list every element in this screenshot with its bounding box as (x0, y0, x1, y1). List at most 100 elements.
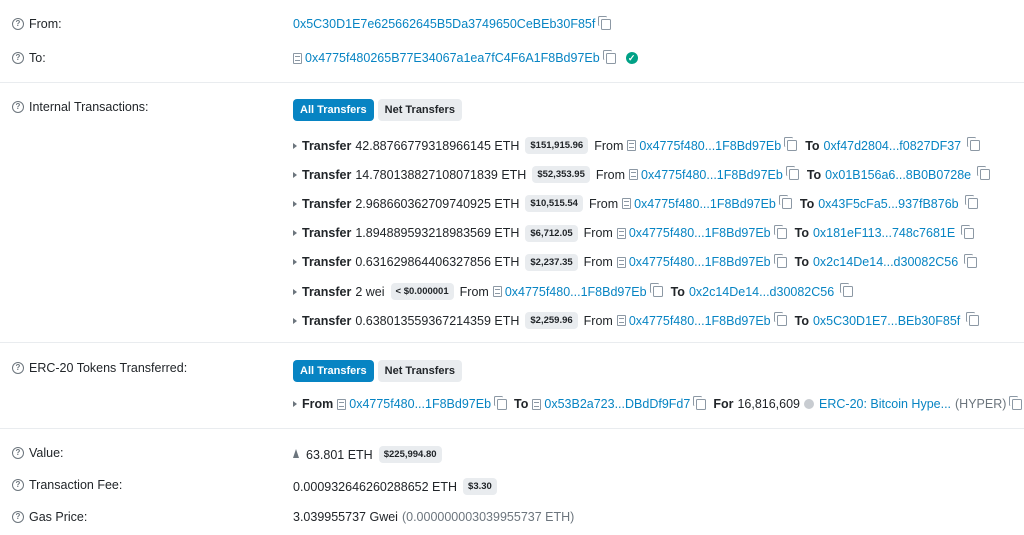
gas-label: Gas Price: (29, 510, 88, 524)
erc20-label: ERC-20 Tokens Transferred: (29, 361, 188, 375)
transfer-usd-badge: $2,259.96 (525, 312, 578, 330)
expand-caret-icon[interactable] (293, 259, 297, 266)
copy-icon[interactable] (773, 224, 787, 239)
expand-caret-icon[interactable] (293, 317, 297, 324)
question-circle-icon[interactable]: ? (12, 18, 24, 30)
transfer-from-link[interactable]: 0x4775f480...1F8Bd97Eb (629, 226, 771, 240)
transfer-amount: 0.638013559367214359 ETH (355, 313, 520, 328)
expand-caret-icon[interactable] (293, 200, 297, 207)
erc20-tabs: All Transfers Net Transfers (293, 360, 466, 382)
to-value: 0x4775f480265B77E34067a1ea7fC4F6A1F8Bd97… (293, 49, 638, 65)
gas-label-wrap: ? Gas Price: (12, 510, 87, 524)
transfer-from-link[interactable]: 0x4775f480...1F8Bd97Eb (629, 255, 771, 269)
copy-icon[interactable] (967, 137, 981, 151)
transfer-to-link[interactable]: 0x43F5cFa5...937fB876b (818, 197, 958, 211)
erc20-token-link[interactable]: ERC-20: Bitcoin Hype... (819, 397, 951, 411)
to-word: To (794, 226, 809, 241)
contract-doc-icon (532, 398, 542, 410)
contract-doc-icon (337, 398, 347, 410)
to-word: To (794, 255, 809, 270)
copy-icon[interactable] (598, 15, 612, 30)
fee-label: Transaction Fee: (29, 478, 123, 492)
question-circle-icon[interactable]: ? (12, 362, 24, 374)
copy-icon[interactable] (840, 283, 854, 297)
copy-icon[interactable] (966, 312, 980, 327)
question-circle-icon[interactable]: ? (12, 511, 24, 523)
question-circle-icon[interactable]: ? (12, 52, 24, 64)
question-circle-icon[interactable]: ? (12, 101, 24, 113)
from-word: From (302, 397, 334, 411)
contract-doc-icon (616, 227, 626, 239)
internal-transfer: Transfer 2 wei < $0.000001 From 0x4775f480..… (293, 283, 855, 300)
copy-icon[interactable] (977, 166, 991, 181)
copy-icon[interactable] (784, 137, 798, 151)
value-label: Value: (29, 446, 64, 460)
transfer-from-link[interactable]: 0x4775f480...1F8Bd97Eb (634, 197, 776, 211)
to-address-link[interactable]: 0x4775f480265B77E34067a1ea7fC4F6A1F8Bd97… (305, 51, 600, 65)
transfer-word: Transfer (302, 284, 352, 299)
expand-caret-icon[interactable] (293, 401, 297, 407)
internal-tx-label-wrap: ? Internal Transactions: (12, 100, 149, 114)
from-address-link[interactable]: 0x5C30D1E7e625662645B5Da3749650CeBEb30F8… (293, 17, 595, 31)
copy-icon[interactable] (494, 395, 508, 410)
copy-icon[interactable] (964, 253, 978, 268)
transfer-usd-badge: < $0.000001 (390, 283, 454, 300)
tab-all-transfers[interactable]: All Transfers (293, 99, 374, 121)
from-word: From (595, 167, 626, 182)
expand-caret-icon[interactable] (293, 230, 297, 237)
transfer-amount: 42.88766779318966145 ETH (355, 138, 520, 153)
tab-net-transfers[interactable]: Net Transfers (377, 99, 462, 121)
transfer-word: Transfer (302, 138, 352, 153)
tab-net-transfers[interactable]: Net Transfers (377, 360, 462, 382)
from-word: From (459, 284, 489, 299)
transfer-to-link[interactable]: 0x181eF113...748c7681E (813, 226, 955, 240)
internal-tabs: All Transfers Net Transfers (293, 99, 466, 121)
copy-icon[interactable] (773, 312, 787, 327)
copy-icon[interactable] (964, 195, 978, 210)
fee-label-wrap: ? Transaction Fee: (12, 478, 122, 492)
to-label-wrap: ? To: (12, 51, 46, 65)
value-label-wrap: ? Value: (12, 446, 64, 460)
question-circle-icon[interactable]: ? (12, 479, 24, 491)
expand-caret-icon[interactable] (293, 142, 297, 149)
transfer-to-link[interactable]: 0x2c14De14...d30082C56 (689, 285, 834, 299)
copy-icon[interactable] (602, 49, 616, 64)
from-word: From (588, 196, 619, 211)
copy-icon[interactable] (778, 195, 792, 210)
value-amount: 63.801 ETH (306, 447, 373, 462)
from-value: 0x5C30D1E7e625662645B5Da3749650CeBEb30F8… (293, 15, 613, 31)
expand-caret-icon[interactable] (293, 171, 297, 178)
copy-icon[interactable] (785, 166, 799, 181)
tab-all-transfers[interactable]: All Transfers (293, 360, 374, 382)
ethereum-icon (293, 449, 299, 458)
transfer-amount: 2 wei (355, 284, 385, 299)
contract-doc-icon (293, 52, 302, 64)
copy-icon[interactable] (1009, 395, 1023, 410)
contract-doc-icon (629, 169, 639, 181)
internal-transfer: Transfer 14.780138827108071839 ETH $52,353… (293, 166, 992, 184)
transfer-word: Transfer (302, 255, 352, 270)
contract-doc-icon (616, 256, 626, 268)
transfer-word: Transfer (302, 226, 352, 241)
value-usd-badge: $225,994.80 (378, 446, 442, 463)
expand-caret-icon[interactable] (293, 288, 297, 295)
copy-icon[interactable] (961, 224, 975, 239)
transfer-to-link[interactable]: 0x5C30D1E7...BEb30F85f (813, 314, 960, 328)
transfer-amount: 1.894889593218983569 ETH (355, 226, 520, 241)
question-circle-icon[interactable]: ? (12, 447, 24, 459)
from-label: From: (29, 17, 62, 31)
transfer-to-link[interactable]: 0xf47d2804...f0827DF37 (824, 139, 962, 153)
transfer-from-link[interactable]: 0x4775f480...1F8Bd97Eb (639, 139, 781, 153)
copy-icon[interactable] (693, 395, 707, 410)
copy-icon[interactable] (773, 253, 787, 268)
erc20-to-link[interactable]: 0x53B2a723...DBdDf9Fd7 (544, 397, 690, 411)
contract-doc-icon (627, 140, 637, 151)
transfer-from-link[interactable]: 0x4775f480...1F8Bd97Eb (629, 314, 771, 328)
transfer-to-link[interactable]: 0x2c14De14...d30082C56 (813, 255, 958, 269)
copy-icon[interactable] (649, 283, 663, 297)
transfer-to-link[interactable]: 0x01B156a6...8B0B0728e (825, 168, 971, 182)
transfer-from-link[interactable]: 0x4775f480...1F8Bd97Eb (641, 168, 783, 182)
transfer-from-link[interactable]: 0x4775f480...1F8Bd97Eb (505, 285, 647, 299)
gas-eth: (0.000000003039955737 ETH) (401, 510, 575, 524)
erc20-from-link[interactable]: 0x4775f480...1F8Bd97Eb (349, 397, 491, 411)
